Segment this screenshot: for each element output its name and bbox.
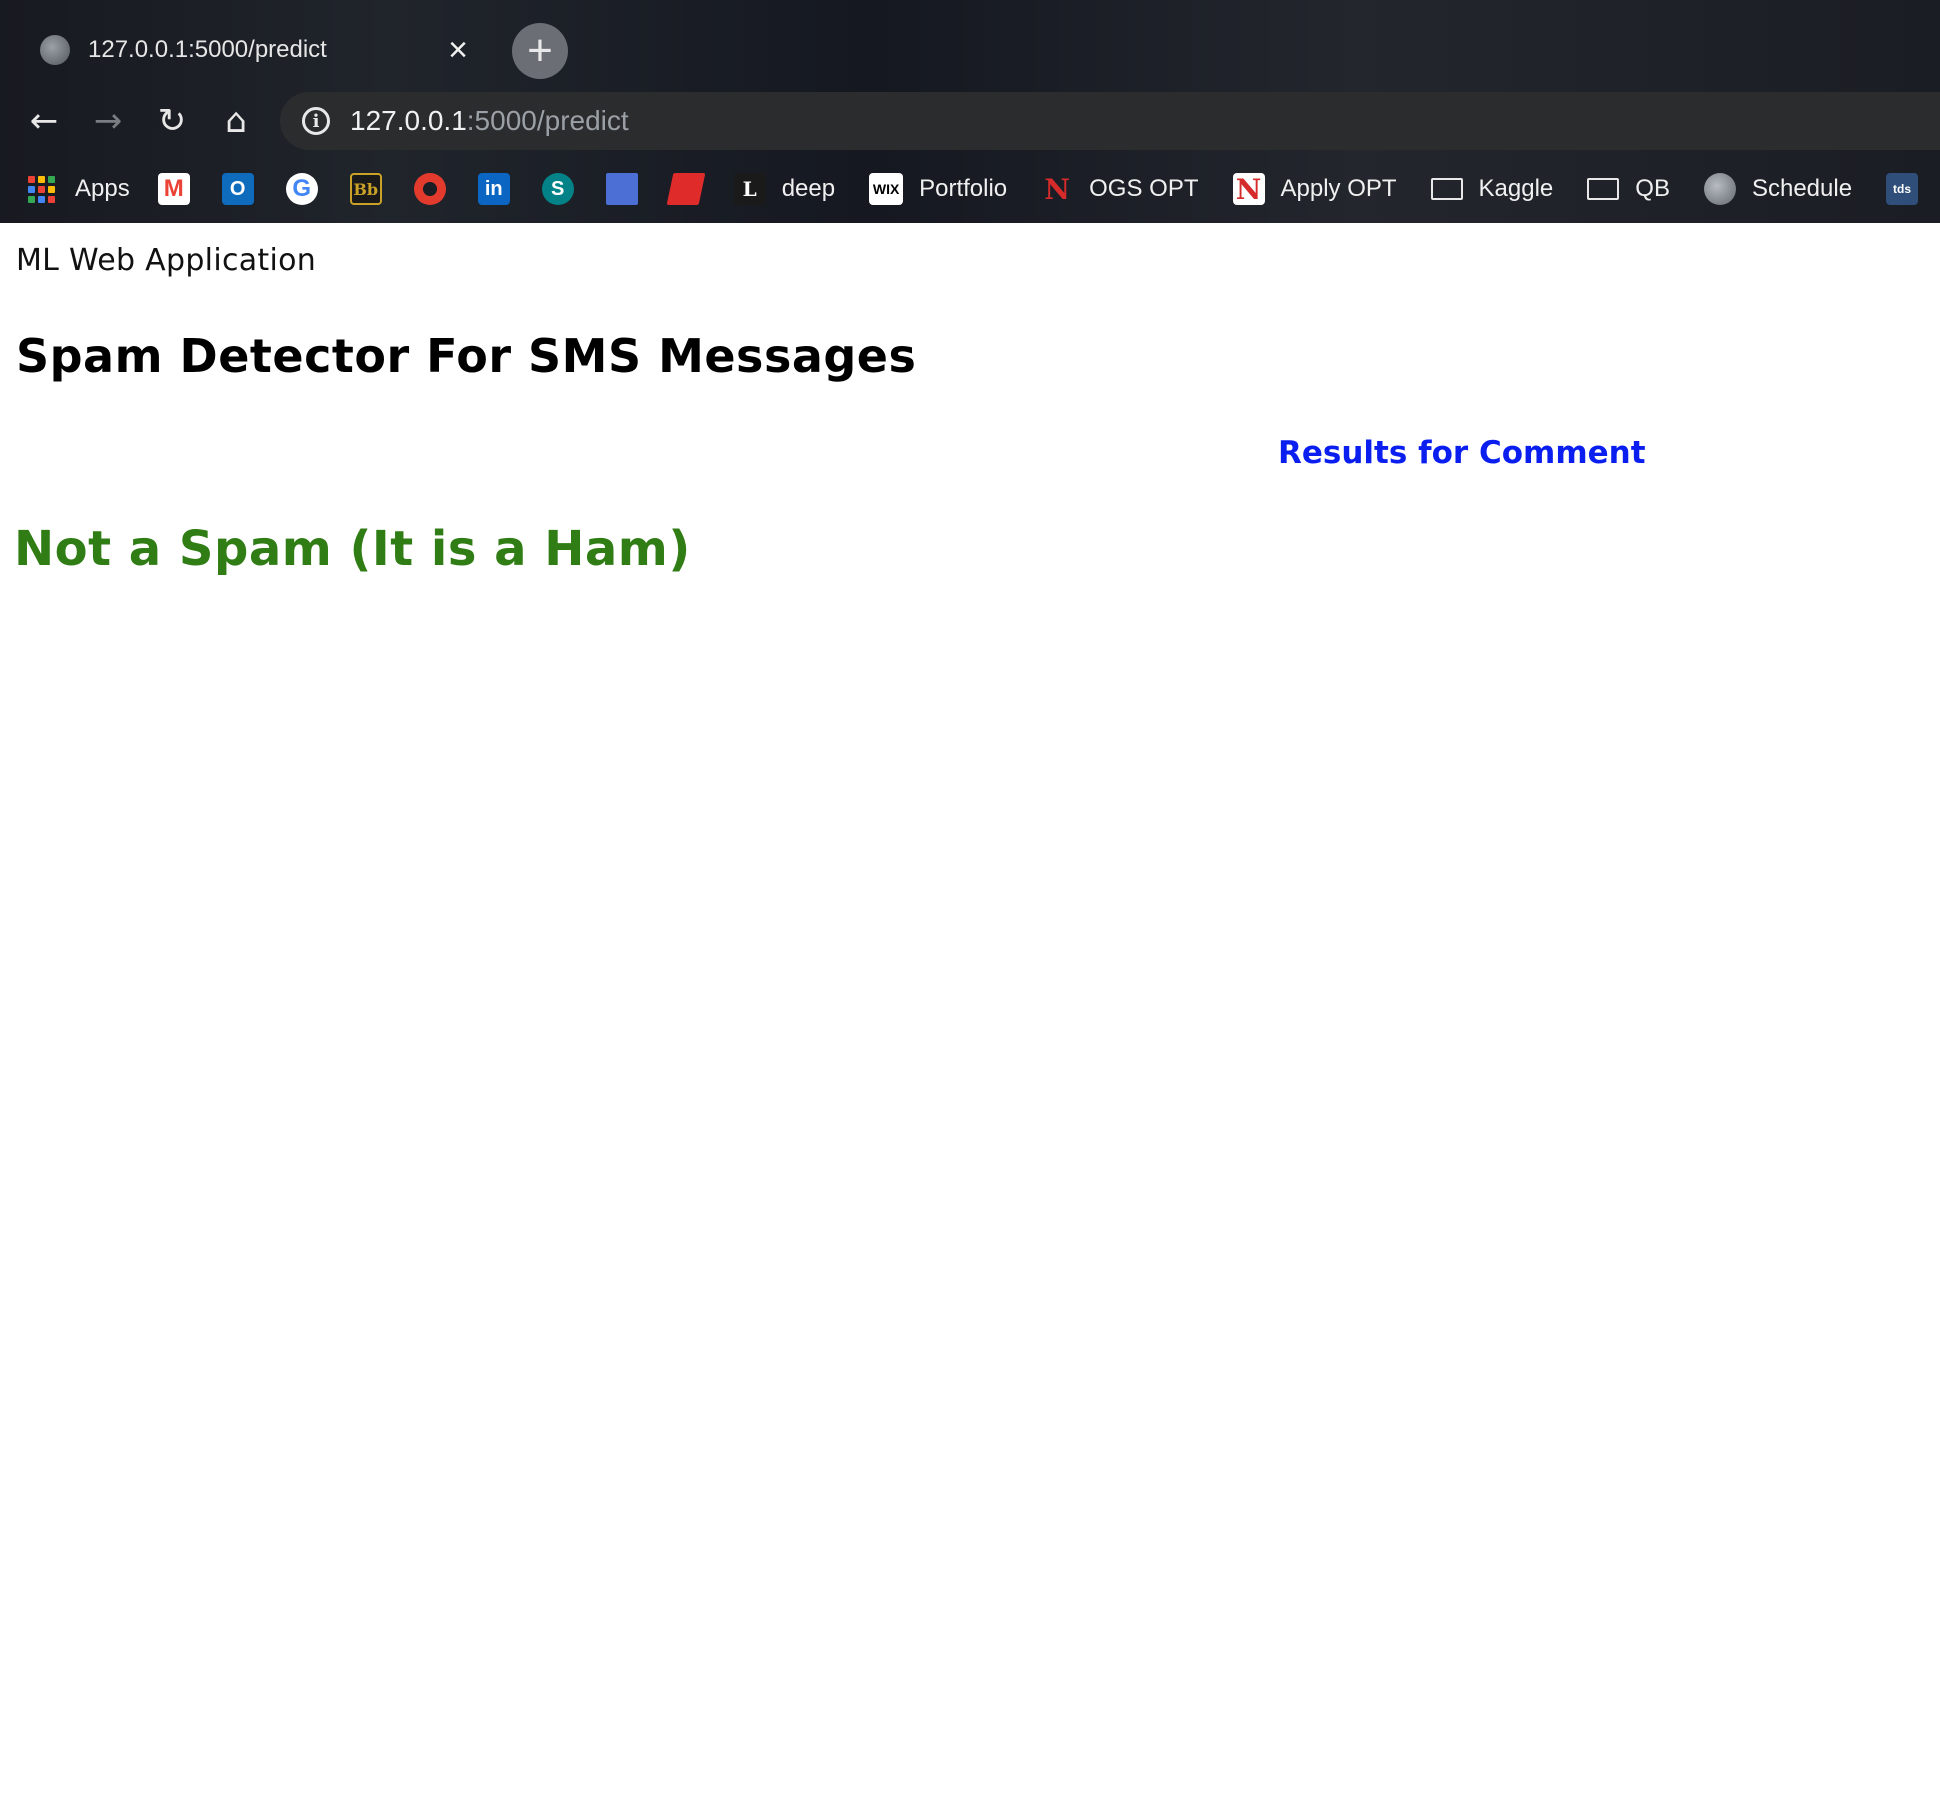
northeastern-icon: N: [1044, 172, 1070, 206]
globe-icon: [1703, 173, 1736, 205]
bookmark-blue[interactable]: [605, 173, 638, 205]
results-heading: Results for Comment: [1278, 435, 1646, 471]
reload-button[interactable]: ↻: [146, 92, 198, 150]
toolbar: ← → ↻ ⌂ i 127.0.0.1:5000/predict: [0, 92, 1940, 150]
back-button[interactable]: ←: [18, 92, 70, 150]
bookmark-portfolio[interactable]: WIX Portfolio: [869, 173, 1007, 205]
tab-bar: 127.0.0.1:5000/predict × +: [0, 0, 1940, 92]
browser-chrome: 127.0.0.1:5000/predict × + ← → ↻ ⌂ i 127…: [0, 0, 1940, 223]
brand-name: ML Web Application: [16, 243, 317, 278]
globe-icon: [40, 35, 70, 65]
forward-button[interactable]: →: [82, 92, 134, 150]
folder-icon: [1430, 178, 1463, 200]
address-path: :5000/predict: [466, 105, 629, 136]
bookmarks-bar: Apps M O G Bb in S L deep WIX Portfolio …: [0, 160, 1940, 218]
info-icon[interactable]: i: [302, 107, 330, 135]
bookmark-label: Apps: [75, 175, 130, 202]
address-bar[interactable]: i 127.0.0.1:5000/predict: [280, 92, 1940, 150]
new-tab-button[interactable]: +: [512, 23, 568, 79]
blue-square-icon: [605, 173, 638, 205]
close-icon[interactable]: ×: [438, 30, 478, 70]
tds-icon: tds: [1886, 173, 1919, 205]
address-host: 127.0.0.1: [350, 105, 467, 136]
google-icon: G: [285, 173, 318, 205]
bookmark-apply-opt[interactable]: N Apply OPT: [1232, 173, 1397, 206]
linkedin-icon: in: [477, 173, 510, 205]
bookmark-red[interactable]: [666, 173, 706, 205]
bookmark-apps[interactable]: Apps: [28, 175, 130, 203]
prediction-result: Not a Spam (It is a Ham): [14, 521, 691, 577]
address-url[interactable]: 127.0.0.1:5000/predict: [350, 105, 629, 137]
bookmark-tds[interactable]: tds: [1886, 173, 1919, 205]
bookmark-label: deep: [781, 175, 836, 202]
gmail-icon: M: [157, 173, 190, 205]
letter-l-icon: L: [733, 173, 766, 205]
bookmark-label: Portfolio: [919, 175, 1008, 202]
bookmark-label: QB: [1635, 175, 1670, 202]
page-title: Spam Detector For SMS Messages: [16, 329, 917, 383]
bookmark-sharepoint[interactable]: S: [541, 173, 574, 205]
bookmark-label: Apply OPT: [1280, 175, 1397, 202]
bookmark-blackboard[interactable]: Bb: [349, 173, 382, 205]
bookmark-qb[interactable]: QB: [1587, 175, 1670, 203]
bookmark-outlook[interactable]: O: [221, 173, 254, 205]
northeastern-icon: N: [1232, 173, 1265, 206]
bookmark-google[interactable]: G: [285, 173, 318, 205]
tab-predict[interactable]: 127.0.0.1:5000/predict ×: [24, 20, 494, 80]
bookmark-canvas[interactable]: [413, 173, 446, 205]
bookmark-linkedin[interactable]: in: [477, 173, 510, 205]
bookmark-label: Schedule: [1751, 175, 1853, 202]
bookmark-kaggle[interactable]: Kaggle: [1430, 175, 1554, 203]
canvas-icon: [413, 173, 446, 205]
sharepoint-icon: S: [541, 173, 574, 205]
red-book-icon: [666, 173, 706, 205]
bookmark-label: OGS OPT: [1089, 175, 1199, 202]
blackboard-icon: Bb: [349, 173, 382, 205]
page-content: ML Web Application Spam Detector For SMS…: [0, 223, 1940, 1799]
tab-title: 127.0.0.1:5000/predict: [88, 36, 327, 63]
bookmark-ogs-opt[interactable]: N OGS OPT: [1041, 172, 1199, 206]
outlook-icon: O: [221, 173, 254, 205]
apps-grid-icon: [28, 175, 55, 203]
folder-icon: [1587, 178, 1620, 200]
bookmark-label: Kaggle: [1478, 175, 1554, 202]
bookmark-deep[interactable]: L deep: [733, 173, 836, 205]
bookmark-gmail[interactable]: M: [157, 173, 190, 205]
home-button[interactable]: ⌂: [210, 92, 262, 150]
bookmark-schedule[interactable]: Schedule: [1703, 173, 1853, 205]
wix-icon: WIX: [869, 173, 904, 205]
